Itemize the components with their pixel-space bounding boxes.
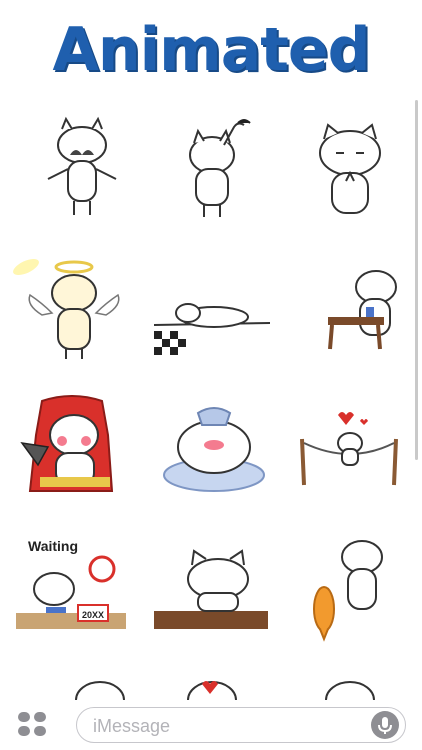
app-drawer-button[interactable] (18, 712, 48, 738)
app-drawer-icon (18, 712, 30, 722)
app-drawer-icon-dot (34, 726, 46, 736)
mic-button[interactable] (371, 711, 399, 739)
microphone-icon (378, 717, 392, 734)
sticker-cat-desk-lean[interactable] (152, 535, 272, 645)
sticker-cat-pray[interactable] (290, 115, 410, 225)
sticker-cat-throne-fan[interactable] (12, 395, 132, 505)
sticker-partial-3[interactable] (290, 670, 410, 700)
sticker-cat-goldfish[interactable] (290, 535, 410, 645)
app-drawer-icon-dot (18, 726, 30, 736)
message-composer-bar (0, 700, 422, 750)
sticker-cat-mustache[interactable] (22, 115, 142, 225)
imessage-field[interactable] (76, 707, 406, 743)
sticker-grid: Waiting 20XX (0, 110, 422, 700)
sticker-cat-angel[interactable] (12, 255, 132, 365)
app-title: Animated (52, 15, 370, 85)
sticker-cat-waiting-clock[interactable]: 20XX (12, 535, 132, 645)
sticker-cat-pillow-sleep[interactable] (152, 395, 272, 505)
sticker-partial-1[interactable] (40, 670, 160, 700)
app-drawer-icon-dot (34, 712, 46, 722)
message-input[interactable] (91, 714, 365, 738)
sticker-cat-finish-line[interactable] (152, 255, 272, 365)
sticker-partial-2[interactable] (152, 670, 272, 700)
calendar-text: 20XX (82, 610, 104, 620)
sticker-cat-back-wave[interactable] (152, 115, 272, 225)
sticker-cat-hammock-hearts[interactable] (290, 395, 410, 505)
sticker-cat-table-tea[interactable] (290, 255, 410, 365)
